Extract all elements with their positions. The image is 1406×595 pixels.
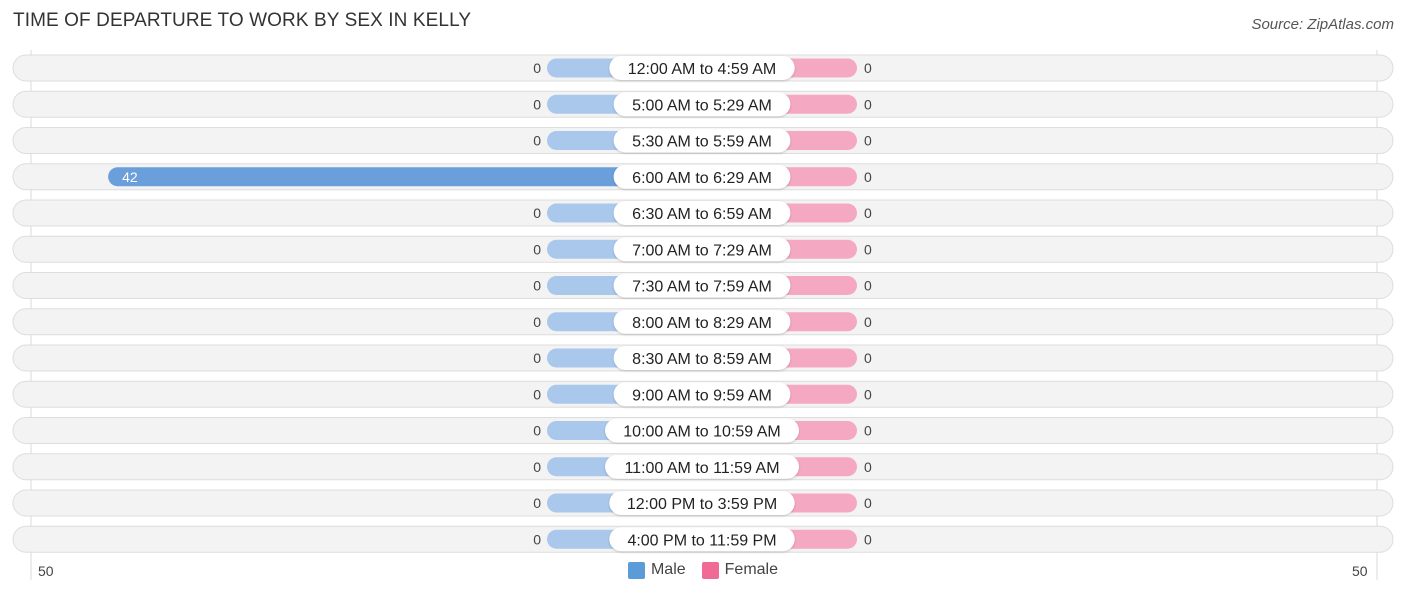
value-label-female: 0	[864, 133, 872, 149]
value-label-male: 0	[533, 60, 541, 76]
value-label-female: 0	[864, 96, 872, 112]
value-label-female: 0	[864, 459, 872, 475]
category-label: 5:00 AM to 5:29 AM	[632, 97, 772, 114]
row-10[interactable]: 0 0 10:00 AM to 10:59 AM	[12, 417, 1394, 444]
category-label: 11:00 AM to 11:59 AM	[624, 460, 779, 477]
value-label-male: 0	[533, 314, 541, 330]
value-label-female: 0	[864, 205, 872, 221]
legend-item-female[interactable]: Female	[701, 561, 779, 579]
value-label-female: 0	[864, 241, 872, 257]
row-4[interactable]: 0 0 6:30 AM to 6:59 AM	[12, 199, 1394, 227]
value-label-female: 0	[864, 495, 872, 511]
category-label: 7:00 AM to 7:29 AM	[632, 242, 772, 259]
category-label: 12:00 AM to 4:59 AM	[628, 61, 777, 78]
value-label-female: 0	[864, 531, 872, 547]
value-label-male: 0	[533, 531, 541, 547]
value-label-male: 0	[533, 495, 541, 511]
row-6[interactable]: 0 0 7:30 AM to 7:59 AM	[12, 272, 1394, 299]
legend-swatch-male	[627, 561, 645, 579]
row-11[interactable]: 0 0 11:00 AM to 11:59 AM	[12, 453, 1394, 481]
value-label-male: 0	[533, 205, 541, 221]
value-label-male: 0	[533, 133, 541, 149]
row-7[interactable]: 0 0 8:00 AM to 8:29 AM	[12, 308, 1394, 336]
value-label-male: 0	[533, 423, 541, 439]
category-label: 5:30 AM to 5:59 AM	[632, 134, 772, 151]
row-5[interactable]: 0 0 7:00 AM to 7:29 AM	[12, 235, 1394, 263]
value-label-female: 0	[864, 278, 872, 294]
category-label: 6:00 AM to 6:29 AM	[632, 170, 772, 187]
category-label: 8:00 AM to 8:29 AM	[632, 315, 772, 332]
category-label: 4:00 PM to 11:59 PM	[627, 532, 776, 549]
chart-svg: 0 0 12:00 AM to 4:59 AM 0 0 5:00 AM to 5:29 A…	[12, 50, 1394, 580]
value-label-female: 0	[864, 350, 872, 366]
value-label-male: 0	[533, 386, 541, 402]
category-label: 6:30 AM to 6:59 AM	[632, 206, 772, 223]
row-12[interactable]: 0 0 12:00 PM to 3:59 PM	[12, 489, 1394, 517]
category-label: 7:30 AM to 7:59 AM	[632, 279, 772, 296]
value-label-male: 0	[533, 241, 541, 257]
row-0[interactable]: 0 0 12:00 AM to 4:59 AM	[12, 54, 1394, 82]
row-3[interactable]: 42 0 6:00 AM to 6:29 AM	[12, 163, 1394, 191]
value-label-female: 0	[864, 386, 872, 402]
legend-swatch-female	[701, 561, 719, 579]
row-8[interactable]: 0 0 8:30 AM to 8:59 AM	[12, 344, 1394, 372]
row-9[interactable]: 0 0 9:00 AM to 9:59 AM	[12, 380, 1394, 408]
value-label-female: 0	[864, 60, 872, 76]
value-label-male: 0	[533, 350, 541, 366]
row-2[interactable]: 0 0 5:30 AM to 5:59 AM	[12, 127, 1394, 154]
value-label-male: 0	[533, 96, 541, 112]
value-label-female: 0	[864, 314, 872, 330]
legend-item-male[interactable]: Male	[627, 561, 686, 579]
row-13[interactable]: 0 0 4:00 PM to 11:59 PM	[12, 525, 1394, 553]
value-label-male: 42	[122, 169, 138, 185]
legend-label-male: Male	[650, 561, 686, 578]
legend: Male Female	[0, 561, 1406, 579]
value-label-female: 0	[864, 423, 872, 439]
category-label: 10:00 AM to 10:59 AM	[623, 424, 780, 441]
value-label-female: 0	[864, 169, 872, 185]
value-label-male: 0	[533, 278, 541, 294]
category-label: 12:00 PM to 3:59 PM	[627, 496, 777, 513]
category-label: 8:30 AM to 8:59 AM	[632, 351, 772, 368]
row-1[interactable]: 0 0 5:00 AM to 5:29 AM	[12, 90, 1394, 118]
legend-label-female: Female	[724, 561, 779, 578]
category-label: 9:00 AM to 9:59 AM	[632, 387, 772, 404]
value-label-male: 0	[533, 459, 541, 475]
bar-male	[108, 167, 703, 187]
